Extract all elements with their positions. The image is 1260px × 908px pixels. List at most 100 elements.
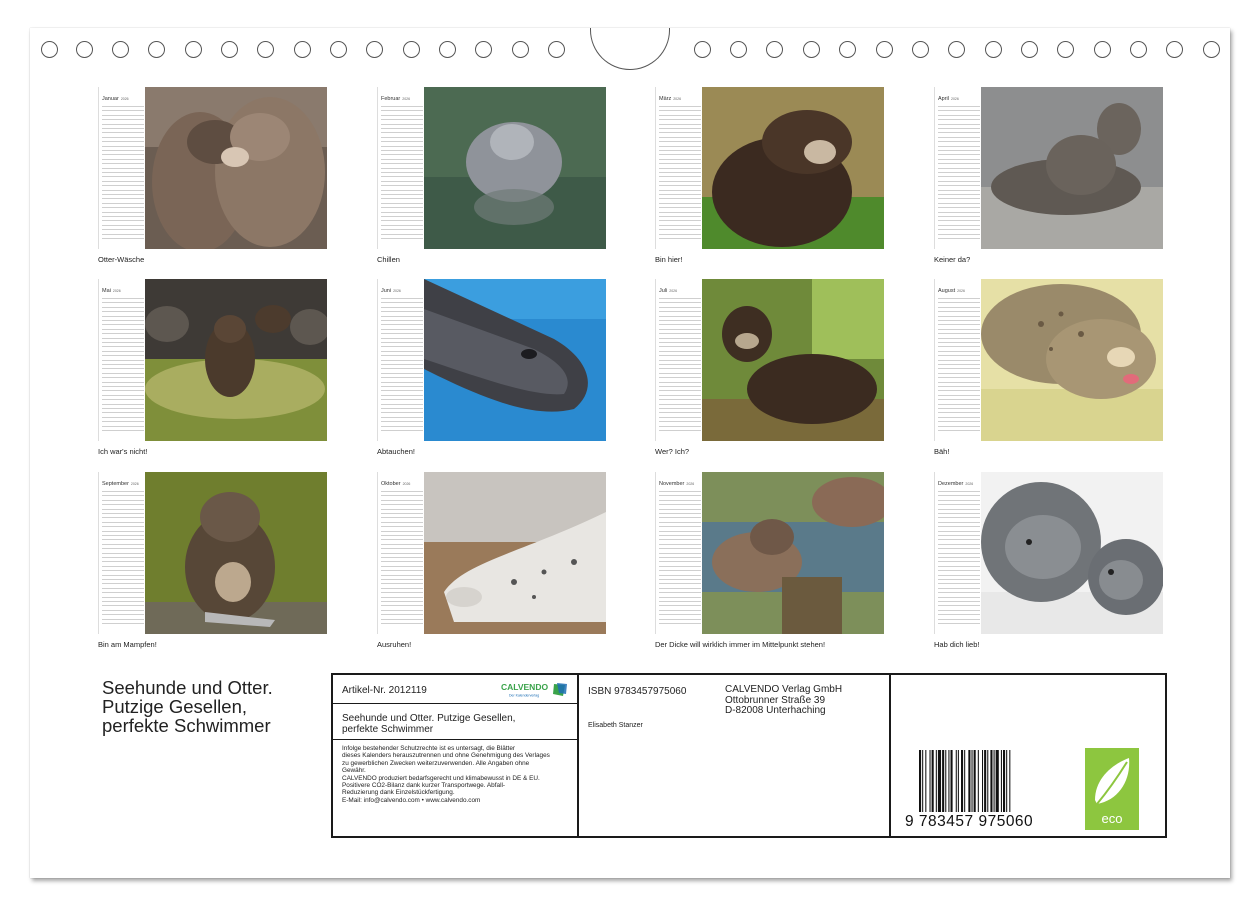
day-line bbox=[102, 342, 144, 343]
day-line bbox=[659, 504, 701, 506]
day-line bbox=[938, 491, 980, 492]
day-line bbox=[381, 430, 423, 431]
day-line bbox=[938, 495, 980, 497]
month-calendar-strip: April 2026 bbox=[934, 87, 981, 249]
day-line bbox=[659, 561, 701, 563]
day-line bbox=[102, 416, 144, 418]
day-line bbox=[381, 570, 423, 572]
day-line bbox=[102, 614, 144, 616]
day-line bbox=[659, 508, 701, 510]
day-line bbox=[381, 342, 423, 343]
day-line bbox=[102, 145, 144, 147]
day-line bbox=[659, 421, 701, 423]
binding-hole bbox=[1094, 41, 1111, 58]
day-line bbox=[938, 552, 980, 554]
day-line bbox=[659, 430, 701, 431]
day-line bbox=[938, 176, 980, 178]
day-lines bbox=[659, 106, 701, 244]
month-label: Januar bbox=[102, 96, 119, 102]
day-line bbox=[938, 570, 980, 572]
day-line bbox=[381, 180, 423, 182]
day-line bbox=[102, 315, 144, 317]
binding-hole bbox=[41, 41, 58, 58]
day-line bbox=[938, 579, 980, 580]
day-line bbox=[102, 180, 144, 182]
day-lines bbox=[938, 106, 980, 244]
binding-hole bbox=[1166, 41, 1183, 58]
day-line bbox=[659, 163, 701, 165]
day-line bbox=[102, 609, 144, 611]
day-line bbox=[938, 364, 980, 365]
day-line bbox=[938, 163, 980, 165]
day-line bbox=[659, 315, 701, 317]
day-line bbox=[659, 207, 701, 209]
day-line bbox=[659, 216, 701, 217]
day-line bbox=[659, 154, 701, 156]
month-year: 2026 bbox=[669, 289, 678, 293]
day-line bbox=[938, 333, 980, 335]
calendar-title: Seehunde und Otter. Putzige Gesellen, pe… bbox=[102, 678, 322, 735]
day-line bbox=[938, 399, 980, 401]
day-line bbox=[102, 548, 144, 550]
day-line bbox=[938, 106, 980, 107]
day-line bbox=[659, 123, 701, 125]
month-label: Dezember bbox=[938, 481, 964, 487]
day-line bbox=[381, 416, 423, 418]
day-line bbox=[938, 136, 980, 138]
day-line bbox=[938, 623, 980, 624]
day-line bbox=[381, 224, 423, 226]
day-line bbox=[102, 324, 144, 326]
day-line bbox=[102, 421, 144, 423]
day-line bbox=[102, 587, 144, 589]
day-line bbox=[381, 386, 423, 387]
day-line bbox=[659, 495, 701, 497]
day-line bbox=[938, 216, 980, 217]
day-line bbox=[938, 158, 980, 160]
day-line bbox=[938, 403, 980, 405]
day-line bbox=[659, 592, 701, 594]
calvendo-logo: CALVENDO Der Kalenderverlag bbox=[501, 681, 569, 699]
day-line bbox=[659, 381, 701, 383]
month-label: Oktober bbox=[381, 481, 401, 487]
day-line bbox=[102, 491, 144, 492]
day-line bbox=[102, 583, 144, 585]
day-line bbox=[381, 377, 423, 379]
photo-caption: Der Dicke will wirklich immer im Mittelp… bbox=[655, 640, 826, 649]
month-photo bbox=[424, 279, 606, 441]
day-line bbox=[381, 504, 423, 506]
calendar-title-line-3: perfekte Schwimmer bbox=[102, 715, 271, 736]
day-line bbox=[102, 233, 144, 235]
day-line bbox=[102, 333, 144, 335]
day-line bbox=[381, 618, 423, 620]
day-line bbox=[938, 614, 980, 616]
month-photo bbox=[424, 472, 606, 634]
info-title-line-1: Seehunde und Otter. Putzige Gesellen, bbox=[342, 713, 516, 724]
day-line bbox=[938, 517, 980, 519]
binding-hole bbox=[1130, 41, 1147, 58]
day-line bbox=[659, 364, 701, 365]
day-line bbox=[102, 390, 144, 392]
day-line bbox=[381, 176, 423, 178]
day-line bbox=[381, 202, 423, 204]
day-line bbox=[102, 513, 144, 514]
day-line bbox=[381, 543, 423, 545]
day-line bbox=[659, 583, 701, 585]
day-line bbox=[381, 154, 423, 156]
day-line bbox=[381, 158, 423, 160]
day-line bbox=[938, 150, 980, 151]
day-line bbox=[659, 359, 701, 361]
day-line bbox=[659, 548, 701, 550]
day-line bbox=[381, 499, 423, 501]
day-line bbox=[938, 574, 980, 576]
day-line bbox=[102, 136, 144, 138]
day-line bbox=[381, 298, 423, 299]
month-calendar-strip: Juni 2026 bbox=[377, 279, 424, 441]
day-line bbox=[102, 337, 144, 339]
day-line bbox=[381, 530, 423, 532]
month-label: November bbox=[659, 481, 685, 487]
month-photo bbox=[145, 472, 327, 634]
day-line bbox=[381, 364, 423, 365]
day-line bbox=[381, 141, 423, 143]
day-lines bbox=[381, 106, 423, 244]
day-line bbox=[659, 180, 701, 182]
